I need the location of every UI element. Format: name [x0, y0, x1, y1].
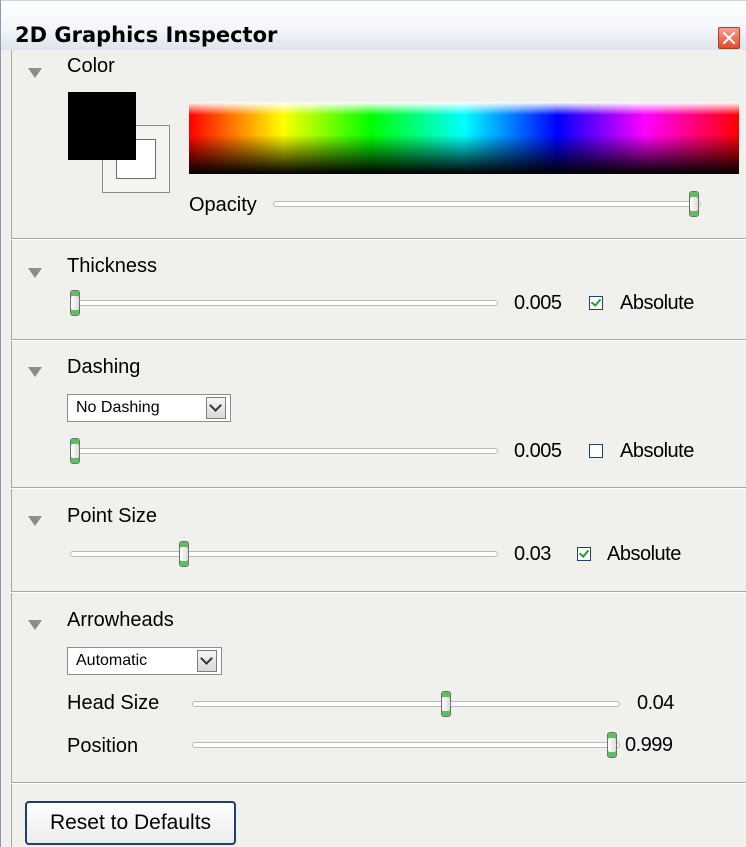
- dashing-dropdown-value: No Dashing: [76, 399, 160, 416]
- dashing-absolute-label: Absolute: [620, 440, 694, 462]
- collapse-triangle-icon[interactable]: [28, 516, 42, 526]
- position-value: 0.999: [625, 734, 673, 756]
- head-size-slider-track[interactable]: [192, 701, 620, 707]
- reset-to-defaults-button[interactable]: Reset to Defaults: [25, 801, 236, 845]
- dashing-absolute-checkbox[interactable]: [589, 444, 603, 458]
- collapse-triangle-icon[interactable]: [28, 268, 42, 278]
- section-divider: [11, 339, 746, 341]
- section-title-arrowheads: Arrowheads: [67, 609, 174, 631]
- opacity-slider-thumb[interactable]: [689, 191, 699, 217]
- dashing-value: 0.005: [514, 440, 562, 462]
- point-size-slider-thumb[interactable]: [179, 541, 189, 567]
- close-icon[interactable]: [718, 27, 740, 49]
- opacity-slider-track[interactable]: [273, 201, 701, 207]
- head-size-value: 0.04: [637, 692, 674, 714]
- foreground-color-swatch[interactable]: [68, 92, 136, 160]
- collapse-triangle-icon[interactable]: [28, 367, 42, 377]
- section-title-dashing: Dashing: [67, 356, 141, 378]
- dashing-slider-thumb[interactable]: [70, 438, 80, 464]
- dashing-slider-track[interactable]: [70, 448, 498, 454]
- section-divider: [11, 591, 746, 593]
- position-slider-track[interactable]: [192, 742, 620, 748]
- head-size-slider-thumb[interactable]: [441, 691, 451, 717]
- dashing-dropdown[interactable]: No Dashing: [67, 394, 231, 422]
- collapse-triangle-icon[interactable]: [28, 620, 42, 630]
- chevron-down-icon[interactable]: [206, 397, 226, 419]
- point-size-slider-track[interactable]: [70, 551, 498, 557]
- arrowheads-dropdown-value: Automatic: [76, 652, 148, 669]
- section-divider: [11, 782, 746, 784]
- point-size-absolute-label: Absolute: [607, 543, 681, 565]
- section-title-thickness: Thickness: [67, 255, 158, 277]
- opacity-label: Opacity: [189, 194, 257, 216]
- head-size-label: Head Size: [67, 692, 160, 714]
- point-size-absolute-checkbox[interactable]: [577, 547, 591, 561]
- thickness-value: 0.005: [514, 292, 562, 314]
- arrowheads-dropdown[interactable]: Automatic: [67, 647, 222, 675]
- color-spectrum-picker[interactable]: [189, 102, 739, 174]
- window-title: 2D Graphics Inspector: [15, 23, 278, 47]
- collapse-triangle-icon[interactable]: [28, 68, 42, 78]
- chevron-down-icon[interactable]: [197, 650, 217, 672]
- inspector-window: 2D Graphics Inspector Color Opacity Thic…: [0, 0, 746, 847]
- title-bar[interactable]: 2D Graphics Inspector: [1, 0, 746, 50]
- section-divider: [11, 487, 746, 489]
- section-title-color: Color: [67, 55, 115, 77]
- thickness-slider-thumb[interactable]: [70, 290, 80, 316]
- point-size-value: 0.03: [514, 543, 551, 565]
- section-divider: [11, 238, 746, 240]
- position-label: Position: [67, 735, 139, 757]
- thickness-slider-track[interactable]: [70, 300, 498, 306]
- thickness-absolute-checkbox[interactable]: [589, 296, 603, 310]
- section-title-point-size: Point Size: [67, 505, 158, 527]
- thickness-absolute-label: Absolute: [620, 292, 694, 314]
- position-slider-thumb[interactable]: [607, 732, 617, 758]
